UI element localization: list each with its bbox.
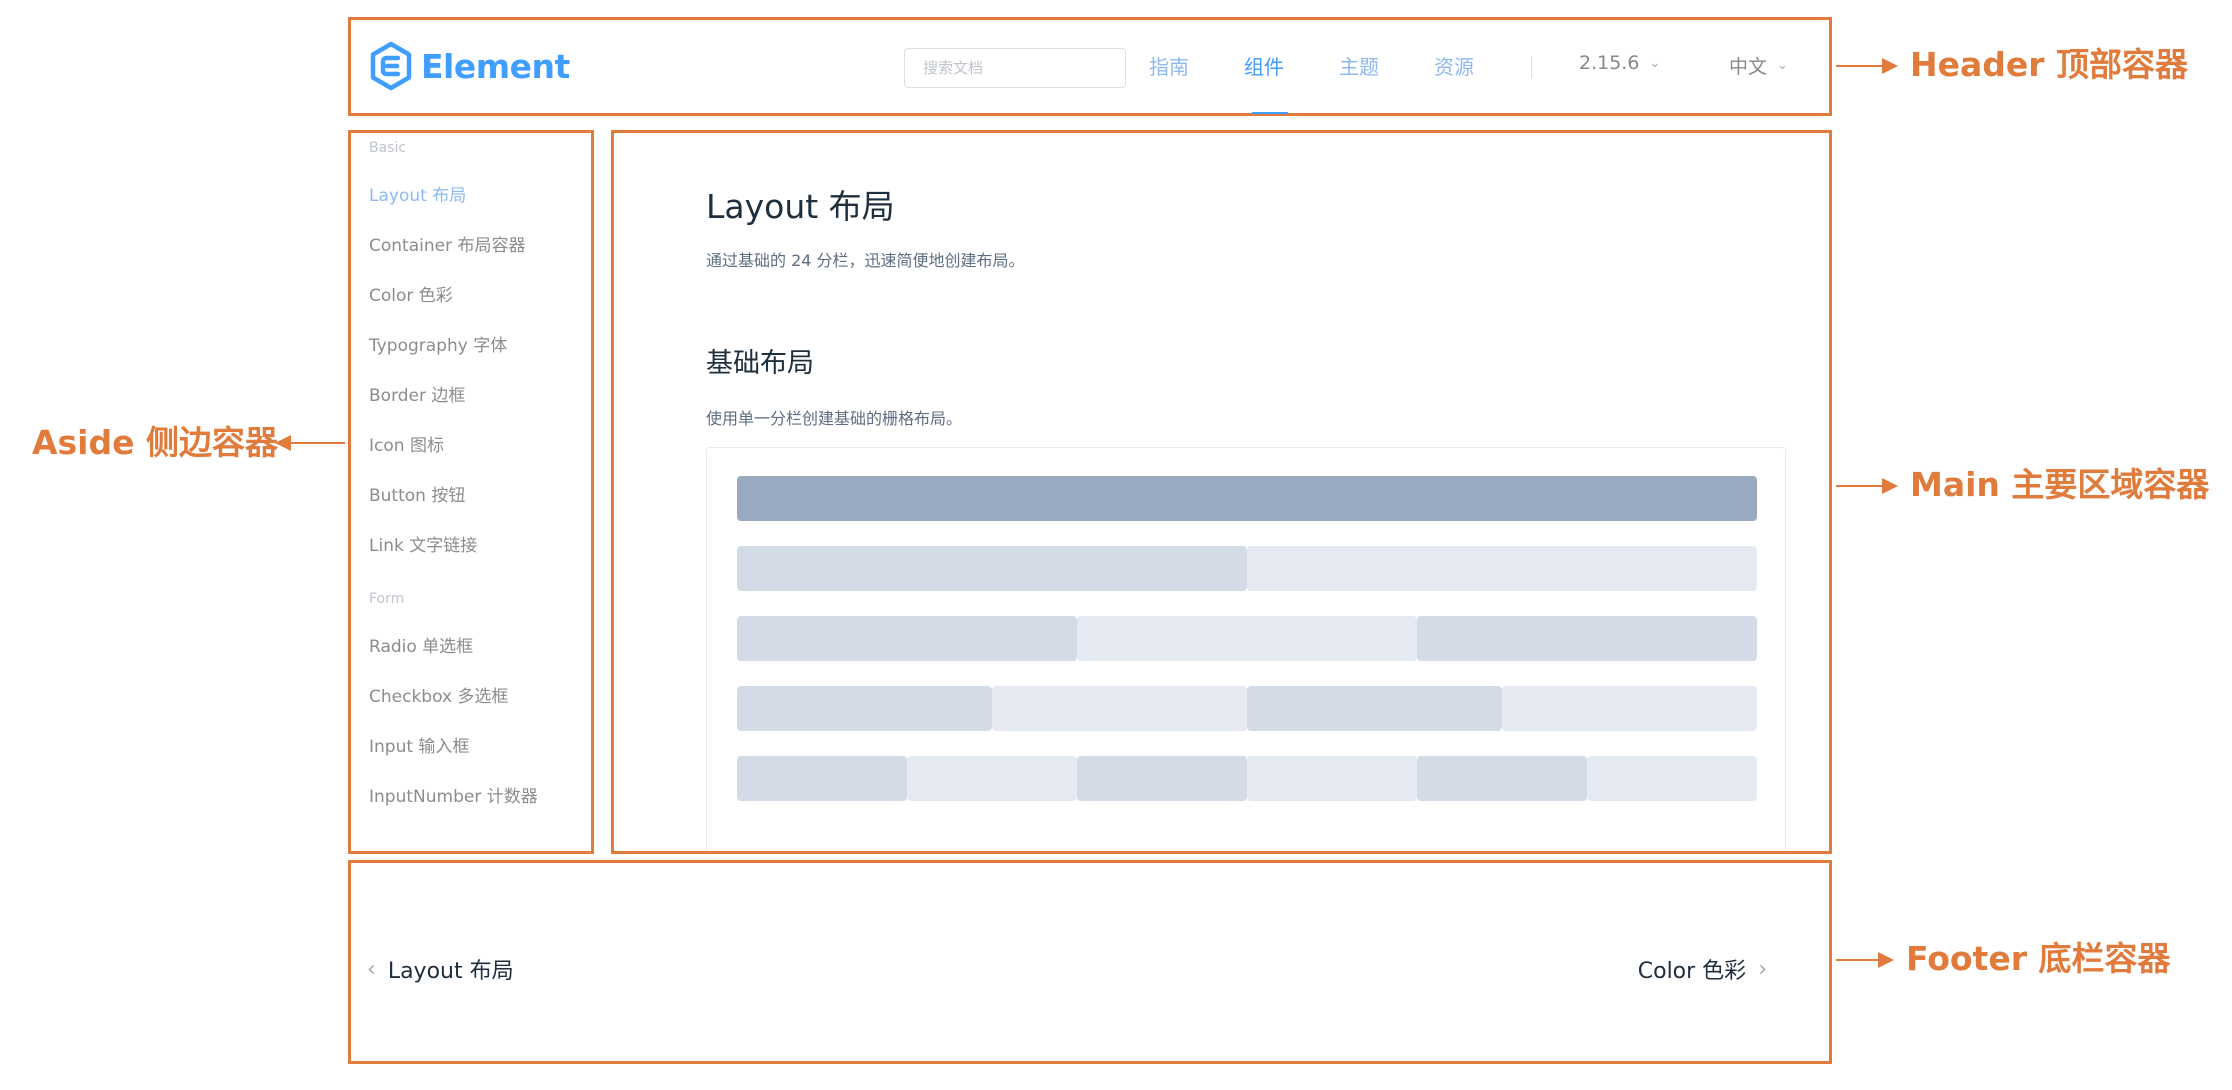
- grid-row: [737, 756, 1757, 801]
- aside-arrow: [275, 435, 345, 451]
- logo[interactable]: Element: [369, 40, 570, 92]
- grid-col: [1247, 756, 1417, 801]
- grid-col: [1417, 756, 1587, 801]
- nav-component[interactable]: 组件: [1244, 51, 1284, 80]
- grid-col: [737, 546, 1247, 591]
- sidebar-item-link[interactable]: Link 文字链接: [369, 531, 477, 556]
- next-page-link[interactable]: Color 色彩 ›: [1638, 953, 1767, 985]
- language-dropdown[interactable]: 中文 ⌄: [1729, 52, 1788, 79]
- nav-theme[interactable]: 主题: [1339, 51, 1379, 80]
- layout-demo-block: [706, 447, 1786, 851]
- header-arrow: [1836, 58, 1898, 74]
- chevron-down-icon: ⌄: [1649, 55, 1661, 71]
- next-page-label: Color 色彩: [1637, 959, 1747, 984]
- search-input[interactable]: [904, 48, 1126, 88]
- version-label: 2.15.6: [1579, 52, 1640, 74]
- grid-col: [737, 756, 907, 801]
- prev-page-link[interactable]: ‹ Layout 布局: [367, 953, 514, 985]
- grid-row: [737, 476, 1757, 521]
- sidebar-item-color[interactable]: Color 色彩: [369, 281, 453, 306]
- sidebar-item-radio[interactable]: Radio 单选框: [369, 632, 473, 657]
- grid-col: [737, 686, 992, 731]
- active-nav-indicator: [1252, 112, 1288, 114]
- main-arrow: [1836, 478, 1898, 494]
- sidebar-group-basic: Basic: [369, 140, 407, 156]
- language-label: 中文: [1729, 56, 1768, 78]
- chevron-right-icon: ›: [1758, 956, 1767, 982]
- sidebar-item-checkbox[interactable]: Checkbox 多选框: [369, 682, 508, 707]
- version-dropdown[interactable]: 2.15.6 ⌄: [1579, 52, 1660, 74]
- sidebar-item-inputnumber[interactable]: InputNumber 计数器: [369, 782, 538, 807]
- page-title: Layout 布局: [706, 187, 895, 226]
- grid-col: [1502, 686, 1757, 731]
- section-title: 基础布局: [706, 348, 814, 379]
- sidebar-item-input[interactable]: Input 输入框: [369, 732, 469, 757]
- nav-guide[interactable]: 指南: [1149, 51, 1189, 80]
- grid-col: [1417, 616, 1757, 661]
- grid-col: [1077, 616, 1417, 661]
- grid-col: [737, 476, 1757, 521]
- sidebar-item-typography[interactable]: Typography 字体: [369, 331, 507, 356]
- aside-annotation: Aside 侧边容器: [32, 423, 278, 462]
- page-description: 通过基础的 24 分栏，迅速简便地创建布局。: [706, 251, 1025, 270]
- sidebar-item-button[interactable]: Button 按钮: [369, 481, 465, 506]
- grid-row: [737, 686, 1757, 731]
- logo-text: Element: [421, 46, 570, 86]
- grid-row: [737, 546, 1757, 591]
- main-annotation: Main 主要区域容器: [1910, 465, 2210, 504]
- section-description: 使用单一分栏创建基础的栅格布局。: [706, 409, 963, 428]
- prev-page-label: Layout 布局: [387, 959, 514, 984]
- nav-resource[interactable]: 资源: [1434, 51, 1474, 80]
- header-annotation: Header 顶部容器: [1910, 45, 2189, 84]
- grid-col: [1247, 686, 1502, 731]
- grid-col: [907, 756, 1077, 801]
- nav-divider: [1531, 56, 1532, 78]
- grid-col: [1587, 756, 1757, 801]
- footer-arrow: [1836, 952, 1894, 968]
- element-logo-icon: [370, 41, 412, 91]
- grid-col: [1247, 546, 1757, 591]
- grid-col: [992, 686, 1247, 731]
- sidebar-item-container[interactable]: Container 布局容器: [369, 231, 525, 256]
- sidebar-item-border[interactable]: Border 边框: [369, 381, 465, 406]
- sidebar-item-layout[interactable]: Layout 布局: [369, 181, 466, 206]
- grid-col: [737, 616, 1077, 661]
- sidebar-group-form: Form: [369, 591, 405, 607]
- grid-col: [1077, 756, 1247, 801]
- grid-row: [737, 616, 1757, 661]
- header-container: Element 指南 组件 主题 资源 2.15.6 ⌄ 中文 ⌄: [348, 17, 1832, 116]
- chevron-down-icon: ⌄: [1777, 58, 1788, 73]
- aside-container: Basic Layout 布局 Container 布局容器 Color 色彩 …: [348, 130, 594, 854]
- chevron-left-icon: ‹: [367, 956, 376, 982]
- footer-annotation: Footer 底栏容器: [1906, 939, 2171, 978]
- footer-container: ‹ Layout 布局 Color 色彩 ›: [348, 860, 1832, 1064]
- sidebar-item-icon[interactable]: Icon 图标: [369, 431, 444, 456]
- main-container: Layout 布局 通过基础的 24 分栏，迅速简便地创建布局。 基础布局 使用…: [611, 130, 1832, 854]
